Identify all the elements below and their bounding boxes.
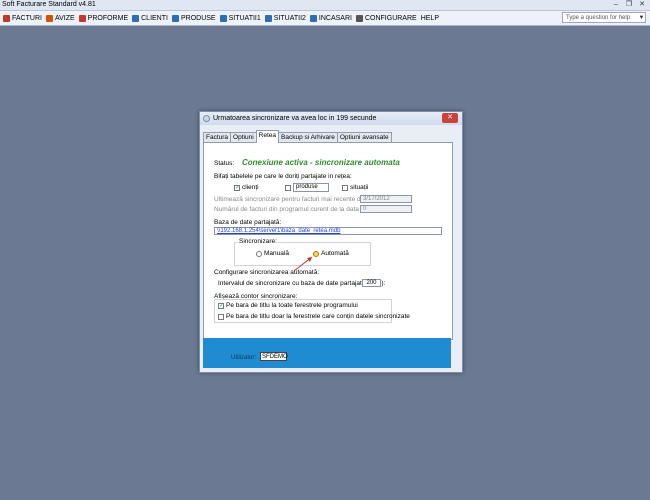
report-icon	[264, 14, 272, 22]
radio-manual-label: Manuală	[264, 250, 289, 257]
delivery-note-icon	[45, 14, 53, 22]
produse-label-box: produse	[293, 183, 329, 192]
settings-icon	[355, 14, 363, 22]
menu-item-situatii2[interactable]: SITUATII2	[264, 14, 309, 22]
shared-db-path-field[interactable]: \\192.168.1.254\server1\baza_date_retea.…	[214, 227, 442, 235]
menu-item-label: SITUATII2	[273, 14, 306, 22]
window-controls: – ❐ ✕	[610, 0, 648, 9]
menu-item-configurare[interactable]: CONFIGURARE	[355, 14, 420, 22]
menu-item-label: AVIZE	[54, 14, 75, 22]
help-search-input[interactable]: Type a question for help ▼	[562, 12, 646, 23]
menu-bar: FACTURI AVIZE PROFORME CLIENTI PRODUSE SITUAT…	[0, 11, 650, 26]
invoice-count-field: 0	[360, 205, 412, 213]
invoice-icon	[3, 14, 10, 22]
menu-item-proforme[interactable]: PROFORME	[78, 14, 131, 22]
menu-item-help[interactable]: HELP	[420, 15, 442, 22]
last-sync-label: Ultimează sincronizare pentru facturi ma…	[214, 196, 367, 203]
menu-item-label: CONFIGURARE	[364, 14, 417, 22]
tab-retea[interactable]: Retea	[255, 130, 280, 143]
radio-automatic-label: Automată	[321, 250, 349, 257]
menu-item-produse[interactable]: PRODUSE	[171, 14, 219, 22]
menu-item-label: PRODUSE	[180, 14, 216, 22]
checkbox-situatii[interactable]	[342, 185, 348, 191]
menu-item-label: PROFORME	[87, 14, 129, 22]
tables-label: Bifați tabelele pe care le doriți partaj…	[214, 173, 352, 180]
menu-item-avize[interactable]: AVIZE	[45, 14, 78, 22]
menu: FACTURI AVIZE PROFORME CLIENTI PRODUSE SITUAT…	[2, 11, 442, 25]
app-title: Soft Facturare Standard v4.81	[2, 1, 96, 8]
tab-panel-retea: Status: Conexiune activa - sincronizare …	[203, 142, 453, 340]
radio-manual[interactable]	[256, 251, 262, 257]
dialog-title: Urmatoarea sincronizare va avea loc in 1…	[213, 115, 377, 122]
sync-mode-label: Sincronizare:	[238, 238, 278, 245]
user-bar: Utilizator: SFDEMO	[203, 338, 451, 368]
interval-input[interactable]: 200	[362, 279, 381, 287]
report-icon	[219, 14, 227, 22]
menu-item-facturi[interactable]: FACTURI	[2, 14, 45, 22]
menu-item-label: FACTURI	[12, 14, 42, 22]
help-search-placeholder: Type a question for help	[566, 15, 631, 21]
clients-icon	[132, 14, 140, 22]
proforma-icon	[78, 14, 86, 22]
menu-item-situatii1[interactable]: SITUATII1	[219, 14, 264, 22]
close-button[interactable]: ✕	[636, 0, 648, 9]
checkbox-counter-sync-windows[interactable]	[218, 314, 224, 320]
counter-option-1-label: Pe bara de titlu la toate ferestrele pro…	[226, 302, 358, 309]
checkbox-clienti-label: clienți	[242, 184, 259, 191]
app-icon	[203, 115, 210, 122]
last-sync-date-field[interactable]: 3/17/2012	[360, 195, 412, 203]
menu-item-clienti[interactable]: CLIENTI	[131, 14, 171, 22]
user-label: Utilizator:	[231, 355, 257, 361]
minimize-button[interactable]: –	[610, 0, 622, 9]
status-value: Conexiune activa - sincronizare automata	[242, 158, 400, 167]
products-icon	[171, 14, 179, 22]
menu-item-incasari[interactable]: INCASARI	[309, 14, 355, 22]
menu-item-label: HELP	[420, 14, 439, 22]
network-settings-dialog: Urmatoarea sincronizare va avea loc in 1…	[199, 111, 463, 373]
menu-item-label: INCASARI	[318, 14, 352, 22]
checkbox-situatii-label: situații	[350, 184, 369, 191]
auto-sync-label: Configurare sincronizarea automată:	[214, 269, 320, 276]
menu-item-label: CLIENTI	[141, 14, 168, 22]
checkbox-counter-all-windows[interactable]: ✓	[218, 303, 224, 309]
dialog-close-button[interactable]: ✕	[442, 113, 458, 123]
restore-button[interactable]: ❐	[623, 0, 635, 9]
user-value: SFDEMO	[260, 352, 288, 361]
app-title-bar: Soft Facturare Standard v4.81 – ❐ ✕	[0, 0, 650, 11]
dropdown-arrow-icon[interactable]: ▼	[637, 13, 646, 23]
status-label: Status:	[214, 160, 235, 167]
interval-label: Intervalul de sincronizare cu baza de da…	[218, 280, 386, 287]
dialog-title-bar: Urmatoarea sincronizare va avea loc in 1…	[200, 112, 462, 125]
counter-option-2-label: Pe bara de titlu doar la ferestrele care…	[226, 313, 410, 320]
shared-db-label: Baza de date partajată:	[214, 219, 282, 226]
checkbox-clienti[interactable]: ✓	[234, 185, 240, 191]
receipts-icon	[309, 14, 317, 22]
checkbox-produse[interactable]	[285, 185, 291, 191]
menu-item-label: SITUATII1	[228, 14, 261, 22]
invoice-count-label: Numărul de facturi din programul curent …	[214, 206, 382, 213]
